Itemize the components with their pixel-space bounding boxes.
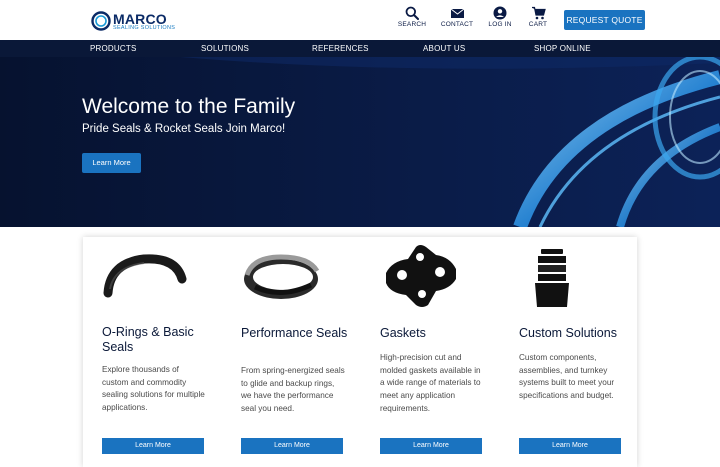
hero-banner: Welcome to the Family Pride Seals & Rock… [0, 57, 720, 227]
product-panel: O-Rings & Basic Seals Explore thousands … [83, 237, 637, 467]
cart-label: CART [528, 21, 548, 28]
brand-tagline: SEALING SOLUTIONS [113, 25, 176, 31]
hero-background-image [0, 57, 720, 227]
hero-subtitle: Pride Seals & Rocket Seals Join Marco! [82, 123, 286, 135]
performance-seal-image [244, 254, 320, 299]
hero-learn-more-button[interactable]: Learn More [82, 153, 141, 173]
product-description: Custom components, assemblies, and turnk… [519, 353, 615, 401]
contact-link[interactable]: CONTACT [437, 6, 477, 28]
learn-more-button[interactable]: Learn More [519, 438, 621, 454]
search-link[interactable]: SEARCH [392, 6, 432, 28]
envelope-icon [450, 8, 464, 18]
product-title: Gaskets [380, 326, 426, 340]
contact-label: CONTACT [440, 21, 474, 28]
product-description: Explore thousands of custom and commodit… [102, 365, 205, 413]
product-title: O-Rings & Basic Seals [102, 325, 194, 354]
main-nav: PRODUCTS SOLUTIONS REFERENCES ABOUT US S… [0, 40, 720, 57]
marco-logo[interactable]: MARCO SEALING SOLUTIONS [91, 9, 181, 33]
user-icon [493, 6, 507, 20]
cart-link[interactable]: CART [518, 6, 558, 28]
search-label: SEARCH [397, 21, 427, 28]
gasket-image [386, 245, 456, 307]
product-title: Performance Seals [241, 326, 348, 340]
nav-item-shop-online[interactable]: SHOP ONLINE [534, 40, 591, 57]
hero-title: Welcome to the Family [82, 95, 296, 118]
search-icon [405, 6, 419, 20]
request-quote-button[interactable]: REQUEST QUOTE [564, 10, 645, 30]
o-ring-image [103, 254, 187, 298]
learn-more-button[interactable]: Learn More [241, 438, 343, 454]
nav-item-solutions[interactable]: SOLUTIONS [201, 40, 249, 57]
product-description: High-precision cut and molded gaskets av… [380, 353, 481, 413]
learn-more-button[interactable]: Learn More [380, 438, 482, 454]
learn-more-button[interactable]: Learn More [102, 438, 204, 454]
product-title: Custom Solutions [519, 326, 617, 340]
cart-icon [531, 6, 546, 20]
login-link[interactable]: LOG IN [480, 6, 520, 28]
site-header: MARCO SEALING SOLUTIONS SEARCH CONTACT L… [0, 0, 720, 40]
custom-solution-image [535, 249, 569, 307]
nav-item-about-us[interactable]: ABOUT US [423, 40, 465, 57]
login-label: LOG IN [488, 21, 512, 28]
product-description: From spring-energized seals to glide and… [241, 366, 345, 414]
nav-item-references[interactable]: REFERENCES [312, 40, 369, 57]
marco-logo-mark-icon [91, 11, 111, 31]
nav-item-products[interactable]: PRODUCTS [90, 40, 137, 57]
